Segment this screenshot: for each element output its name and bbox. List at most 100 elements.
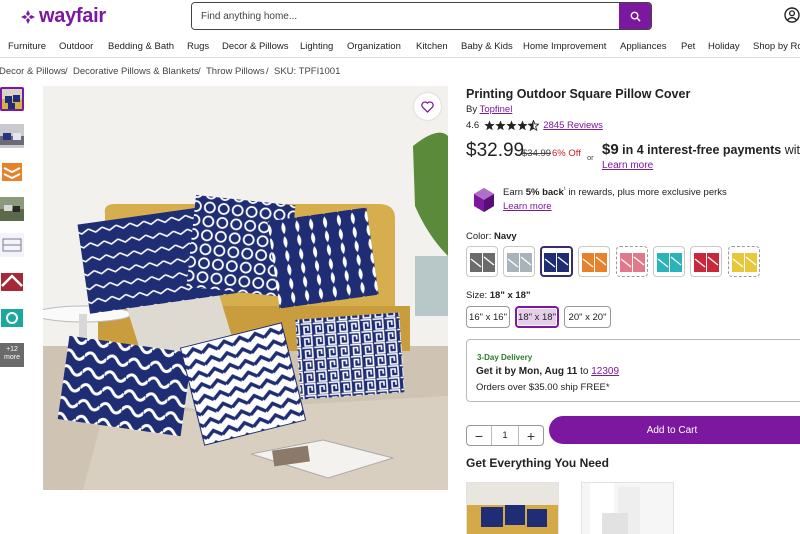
search-button[interactable]	[619, 3, 651, 29]
quantity-value[interactable]: 1	[491, 426, 519, 445]
free-shipping-note: Orders over $35.00 ship FREE*	[476, 382, 610, 393]
quantity-stepper: − 1 +	[466, 425, 544, 446]
nav-item-lighting[interactable]: Lighting	[300, 41, 333, 52]
color-swatch-red[interactable]	[690, 246, 722, 277]
thumbnail[interactable]	[0, 270, 24, 294]
rating-row: 4.6 2845 Reviews	[466, 120, 603, 131]
nav-item-outdoor[interactable]: Outdoor	[59, 41, 93, 52]
selected-color: Navy	[493, 231, 517, 242]
half-star-icon	[528, 120, 540, 131]
rewards-prefix: Earn	[503, 187, 526, 199]
color-swatch-light-gray[interactable]	[503, 246, 535, 277]
wayfair-logo[interactable]: wayfair	[20, 5, 106, 28]
breadcrumb-link[interactable]: Decor & Pillows	[0, 66, 66, 77]
section-heading: Get Everything You Need	[466, 456, 609, 470]
add-to-cart-button[interactable]: Add to Cart	[549, 416, 800, 444]
star-icon	[517, 120, 528, 131]
nav-item-home-improvement[interactable]: Home Improvement	[523, 41, 606, 52]
decrease-quantity-button[interactable]: −	[467, 426, 491, 445]
breadcrumb-link[interactable]: Decorative Pillows & Blankets	[73, 66, 199, 77]
increase-quantity-button[interactable]: +	[519, 426, 543, 445]
rating-value: 4.6	[466, 120, 480, 131]
color-swatch-yellow[interactable]	[728, 246, 760, 277]
color-swatch-navy[interactable]	[540, 246, 573, 277]
brand-link[interactable]: Topfinel	[480, 104, 513, 115]
color-swatch-orange[interactable]	[578, 246, 610, 277]
account-icon[interactable]	[784, 7, 800, 28]
thumbnail[interactable]	[0, 197, 24, 221]
nav-item-baby-kids[interactable]: Baby & Kids	[461, 41, 513, 52]
discount-badge: 6% Off	[552, 148, 581, 159]
installment-label: in 4 interest-free payments	[618, 143, 782, 157]
size-option-18[interactable]: 18" x 18"	[515, 306, 559, 328]
breadcrumb-separator: /	[198, 66, 201, 77]
more-thumbnails[interactable]: +12 more	[0, 343, 24, 367]
rating-stars	[484, 120, 540, 131]
thumbnail[interactable]	[0, 87, 24, 111]
nav-item-rugs[interactable]: Rugs	[187, 41, 209, 52]
recommendation-card[interactable]	[466, 482, 559, 534]
rewards-gem-icon	[473, 187, 495, 218]
site-header: wayfair	[0, 0, 800, 36]
reviews-link[interactable]: 2845 Reviews	[543, 120, 603, 131]
nav-item-furniture[interactable]: Furniture	[8, 41, 46, 52]
nav-item-shop-by-room[interactable]: Shop by Ro	[753, 41, 800, 52]
nav-item-holiday[interactable]: Holiday	[708, 41, 740, 52]
thumbnail[interactable]	[0, 160, 24, 184]
color-swatch-gray[interactable]	[466, 246, 498, 277]
sale-price: $32.99	[466, 140, 525, 161]
nav-item-decor-pillows[interactable]: Decor & Pillows	[222, 41, 289, 52]
product-title: Printing Outdoor Square Pillow Cover	[466, 87, 691, 101]
search-bar	[191, 2, 652, 30]
size-label-text: Size:	[466, 290, 488, 301]
by-label: By	[466, 104, 478, 115]
recommendation-card[interactable]	[581, 482, 674, 534]
installment-learn-more-link[interactable]: Learn more	[602, 160, 653, 171]
color-swatch-pink[interactable]	[616, 246, 648, 277]
was-price: $34.99	[522, 148, 552, 159]
star-icon	[484, 120, 495, 131]
brand-line: By Topfinel	[466, 104, 512, 115]
delivery-estimate: Get it by Mon, Aug 11 to 12309	[476, 366, 619, 377]
installment-text: $9 in 4 interest-free payments with K	[602, 141, 800, 158]
size-label: Size: 18" x 18"	[466, 290, 530, 301]
breadcrumb-separator: /	[266, 66, 269, 77]
nav-item-bedding-bath[interactable]: Bedding & Bath	[108, 41, 174, 52]
color-label: Color: Navy	[466, 231, 517, 242]
rewards-suffix: in rewards, plus more exclusive perks	[565, 187, 727, 199]
or-label: or	[587, 153, 594, 162]
delivery-date: Get it by Mon, Aug 11	[476, 366, 578, 377]
heart-icon	[421, 100, 434, 113]
more-count: +12	[6, 346, 18, 353]
sku-label: SKU: TPFI1001	[274, 66, 341, 77]
thumbnail[interactable]	[0, 233, 24, 257]
logo-mark-icon	[21, 9, 35, 24]
installment-provider: with K	[784, 143, 800, 157]
selected-size: 18" x 18"	[489, 290, 531, 301]
color-label-text: Color:	[466, 231, 492, 242]
thumbnail[interactable]	[0, 306, 24, 330]
category-nav: Furniture Outdoor Bedding & Bath Rugs De…	[0, 36, 800, 58]
breadcrumb-link[interactable]: Throw Pillows	[206, 66, 265, 77]
rewards-percent: 5% back	[525, 187, 564, 199]
size-option-16[interactable]: 16" x 16"	[466, 306, 510, 328]
rewards-text: Earn 5% back¹ in rewards, plus more excl…	[503, 187, 727, 198]
star-icon	[495, 120, 506, 131]
delivery-to-label: to	[577, 366, 592, 377]
color-swatch-teal[interactable]	[653, 246, 685, 277]
rewards-learn-more-link[interactable]: Learn more	[503, 201, 552, 212]
search-input[interactable]	[192, 3, 620, 29]
nav-item-appliances[interactable]: Appliances	[620, 41, 666, 52]
nav-item-pet[interactable]: Pet	[681, 41, 695, 52]
size-option-20[interactable]: 20" x 20"	[564, 306, 611, 328]
installment-amount: $9	[602, 141, 619, 158]
main-product-image[interactable]	[43, 86, 448, 490]
delivery-tag: 3-Day Delivery	[477, 353, 533, 362]
more-label: more	[4, 354, 20, 361]
star-icon	[506, 120, 517, 131]
favorite-button[interactable]	[414, 93, 441, 120]
nav-item-kitchen[interactable]: Kitchen	[416, 41, 448, 52]
zip-code-link[interactable]: 12309	[591, 366, 619, 377]
nav-item-organization[interactable]: Organization	[347, 41, 401, 52]
thumbnail[interactable]	[0, 124, 24, 148]
